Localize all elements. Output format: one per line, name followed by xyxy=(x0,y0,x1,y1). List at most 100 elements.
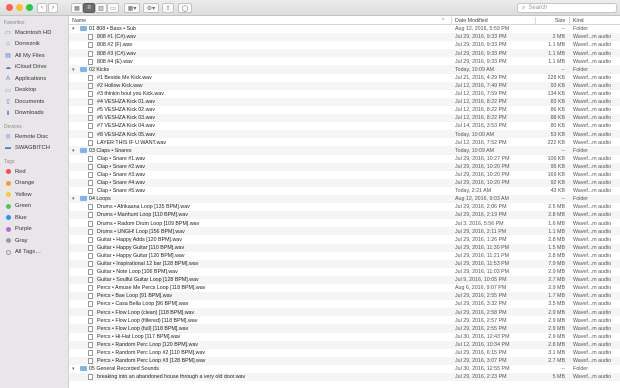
file-row[interactable]: Percs • Flow Loop (clean) [118 BPM].wav J… xyxy=(69,308,620,317)
file-row[interactable]: Drums • Radom Drum Loop [109 BPM].wav Jul… xyxy=(69,219,620,227)
gallery-view-button[interactable]: ▭ xyxy=(107,3,119,13)
icon-view-button[interactable]: ▦ xyxy=(71,3,83,13)
file-row[interactable]: Clap • Snare #4.wav Jul 29, 2016, 10:20 P… xyxy=(69,178,620,187)
back-button[interactable]: ‹ xyxy=(37,3,47,13)
close-window-button[interactable] xyxy=(6,4,13,11)
minimize-window-button[interactable] xyxy=(16,4,23,11)
disclosure-triangle-icon[interactable]: ▾ xyxy=(72,366,75,372)
tag-item[interactable]: Orange xyxy=(0,178,68,190)
row-date-modified: Jul 29, 2016, 11:21 PM xyxy=(455,252,510,259)
disclosure-triangle-icon[interactable]: ▾ xyxy=(72,148,75,154)
column-view-button[interactable]: ▥ xyxy=(95,3,107,13)
folder-row[interactable]: ▾ 04 Loops Aug 12, 2016, 9:03 AM -- Folder xyxy=(69,194,620,204)
row-name: Guitar • Inspirational 12 bar [128 BPM].… xyxy=(97,261,199,268)
tag-item[interactable]: Purple xyxy=(0,224,68,236)
sidebar-item[interactable]: ◎ Remote Disc xyxy=(0,131,68,143)
file-row[interactable]: Clap • Snare #3.wav Jul 29, 2016, 10:20 P… xyxy=(69,171,620,179)
file-row[interactable]: Guitar • Inspirational 12 bar [128 BPM].… xyxy=(69,259,620,268)
file-row[interactable]: Percs • Random Perc Loop [120 BPM].wav Ju… xyxy=(69,340,620,349)
file-row[interactable]: Percs • Random Perc Loop #2 [110 BPM].wa… xyxy=(69,349,620,357)
folder-row[interactable]: ▾ 01 808 • Bass • Sub Aug 12, 2016, 5:59 P… xyxy=(69,25,620,33)
applications-icon: A xyxy=(5,75,10,82)
row-date-modified: Jul 21, 2016, 4:29 PM xyxy=(455,74,507,81)
name-column-header[interactable]: Name xyxy=(72,18,86,24)
file-row[interactable]: Drums • Manhunt Loop [110 BPM].wav Jul 29… xyxy=(69,211,620,220)
file-row[interactable]: Clap • Snare #2.wav Jul 29, 2016, 10:20 P… xyxy=(69,162,620,171)
row-kind: Wavef...m audio xyxy=(573,204,612,211)
file-row[interactable]: breaking into an abandoned house through… xyxy=(69,373,620,382)
file-row[interactable]: #4 VESHZA Kick 01.wav Jul 12, 2016, 8:22 … xyxy=(69,97,620,106)
list-view-button[interactable]: ≡ xyxy=(83,3,95,13)
sidebar-item[interactable]: ▭ Desktop xyxy=(0,85,68,97)
sidebar-item[interactable]: ▯ Documents xyxy=(0,96,68,108)
tag-item[interactable]: All Tags… xyxy=(0,247,68,259)
file-row[interactable]: LAYER THIS IF U WANT.wav Jul 12, 2016, 7:… xyxy=(69,138,620,146)
row-size: -- xyxy=(561,366,565,373)
disclosure-triangle-icon[interactable]: ▾ xyxy=(72,26,75,32)
file-row[interactable]: #6 VESHZA Kick 03.wav Jul 12, 2016, 8:22 … xyxy=(69,114,620,123)
forward-button[interactable]: › xyxy=(48,3,58,13)
folder-row[interactable]: ▾ 02 Kicks Today, 10:09 AM -- Folder xyxy=(69,65,620,74)
file-list: Name ^ Date Modified Size Kind ▾ 01 808 •… xyxy=(69,16,620,388)
file-row[interactable]: Percs • Hi-Hat Loop [117 BPM].wav Jul 30,… xyxy=(69,333,620,341)
date-column-header[interactable]: Date Modified xyxy=(455,18,488,24)
share-button[interactable]: ⇪ xyxy=(162,3,174,13)
list-view-icon: ≡ xyxy=(87,5,91,11)
file-row[interactable]: #3 thinkin bout you Kick.wav Jul 12, 2016… xyxy=(69,90,620,98)
tag-item[interactable]: Yellow xyxy=(0,189,68,201)
tag-item[interactable]: Red xyxy=(0,166,68,178)
disc-icon: ◎ xyxy=(5,134,11,141)
sidebar-item[interactable]: ▤ All My Files xyxy=(0,50,68,62)
file-row[interactable]: 808 #1 (C#).wav Jul 29, 2016, 9:33 PM 2 MB… xyxy=(69,33,620,42)
file-row[interactable]: Percs • Bae Loop [91 BPM].wav Jul 29, 201… xyxy=(69,292,620,301)
file-row[interactable]: Guitar • Happy Guitar [120 BPM].wav Jul 2… xyxy=(69,252,620,260)
row-date-modified: Today, 10:09 AM xyxy=(455,147,495,154)
file-row[interactable]: Percs • Random Perc Loop #3 [128 BPM].wa… xyxy=(69,356,620,365)
file-row[interactable]: #7 VESHZA Kick 04.wav Jul 14, 2016, 3:53 … xyxy=(69,122,620,130)
file-row[interactable]: Clap • Snare #1.wav Jul 29, 2016, 10:27 P… xyxy=(69,155,620,163)
folder-row[interactable]: ▾ 03 Claps • Snares Today, 10:09 AM -- Folde… xyxy=(69,146,620,155)
action-button[interactable]: ⚙▾ xyxy=(143,3,159,13)
row-size: 2.8 MB xyxy=(548,341,565,348)
file-row[interactable]: Percs • Amuse Me Percs Loop [118 BPM].wa… xyxy=(69,284,620,292)
sidebar-item[interactable]: ▬ SWAGBITCH xyxy=(0,143,68,155)
tag-item[interactable]: Green xyxy=(0,201,68,213)
sidebar-item[interactable]: ⌂ Dorreznik xyxy=(0,39,68,51)
row-date-modified: Jul 29, 2016, 1:26 PM xyxy=(455,236,507,243)
sidebar-item[interactable]: ⬇ Downloads xyxy=(0,108,68,120)
file-row[interactable]: 808 #2 (F).wav Jul 29, 2016, 9:33 PM 1.1 M… xyxy=(69,41,620,49)
documents-icon: ▯ xyxy=(6,99,10,106)
zoom-window-button[interactable] xyxy=(26,4,33,11)
file-row[interactable]: Guitar • Happy Adds [120 BPM].wav Jul 29,… xyxy=(69,235,620,243)
group-by-button[interactable]: ▦▾ xyxy=(124,3,140,13)
size-column-header[interactable]: Size xyxy=(555,18,565,24)
tags-button[interactable]: ◯ xyxy=(178,3,192,13)
file-row[interactable]: Drums • UNGH! Loop [156 BPM].wav Jul 29, … xyxy=(69,227,620,236)
file-row[interactable]: Guitar • Happy Guitar [110 BPM].wav Jul 2… xyxy=(69,243,620,252)
sidebar-item[interactable]: ▭ Macintosh HD xyxy=(0,27,68,39)
file-row[interactable]: Clap • Snare #5.wav Today, 2:21 AM 43 KB Wa… xyxy=(69,187,620,195)
file-row[interactable]: #2 Hollow Kick.wav Jul 12, 2016, 7:49 PM 9… xyxy=(69,81,620,90)
file-row[interactable]: Guitar • Soulful Guitar Loop [128 BPM].w… xyxy=(69,275,620,284)
file-row[interactable]: #1 Beside Me Kick.wav Jul 21, 2016, 4:29 … xyxy=(69,74,620,82)
file-row[interactable]: Percs • Flow Loop (filtered) [118 BPM].w… xyxy=(69,316,620,324)
sidebar-item[interactable]: ☁ iCloud Drive xyxy=(0,62,68,74)
row-kind: Wavef...m audio xyxy=(573,188,612,195)
file-row[interactable]: 808 #4 (E).wav Jul 29, 2016, 9:33 PM 1.1 M… xyxy=(69,57,620,65)
kind-column-header[interactable]: Kind xyxy=(573,18,584,24)
file-row[interactable]: Drums • Afrikaana Loop [135 BPM].wav Jul … xyxy=(69,203,620,211)
file-row[interactable]: #8 VESHZA Kick 05.wav Today, 10:00 AM 53 K… xyxy=(69,130,620,139)
tag-item[interactable]: Blue xyxy=(0,212,68,224)
file-row[interactable]: Percs • Casa Bella Loop [96 BPM].wav Jul … xyxy=(69,300,620,308)
file-row[interactable]: 808 #3 (C#).wav Jul 29, 2016, 9:33 PM 1.1 … xyxy=(69,49,620,58)
disclosure-triangle-icon[interactable]: ▾ xyxy=(72,196,75,202)
folder-row[interactable]: ▾ 05 General Recorded Sounds Jul 30, 2016,… xyxy=(69,365,620,373)
sidebar-item[interactable]: A Applications xyxy=(0,73,68,85)
file-row[interactable]: Percs • Flow Loop (full) [118 BPM].wav Ju… xyxy=(69,324,620,333)
search-field[interactable]: ⌕ Search xyxy=(517,3,617,13)
file-row[interactable]: Guitar • Note Loop [106 BPM].wav Jul 29, … xyxy=(69,268,620,276)
tag-item[interactable]: Gray xyxy=(0,235,68,247)
disclosure-triangle-icon[interactable]: ▾ xyxy=(72,67,75,73)
row-size: 2.9 MB xyxy=(548,269,565,276)
file-row[interactable]: #5 VESHZA Kick 02.wav Jul 12, 2016, 8:22 … xyxy=(69,106,620,114)
